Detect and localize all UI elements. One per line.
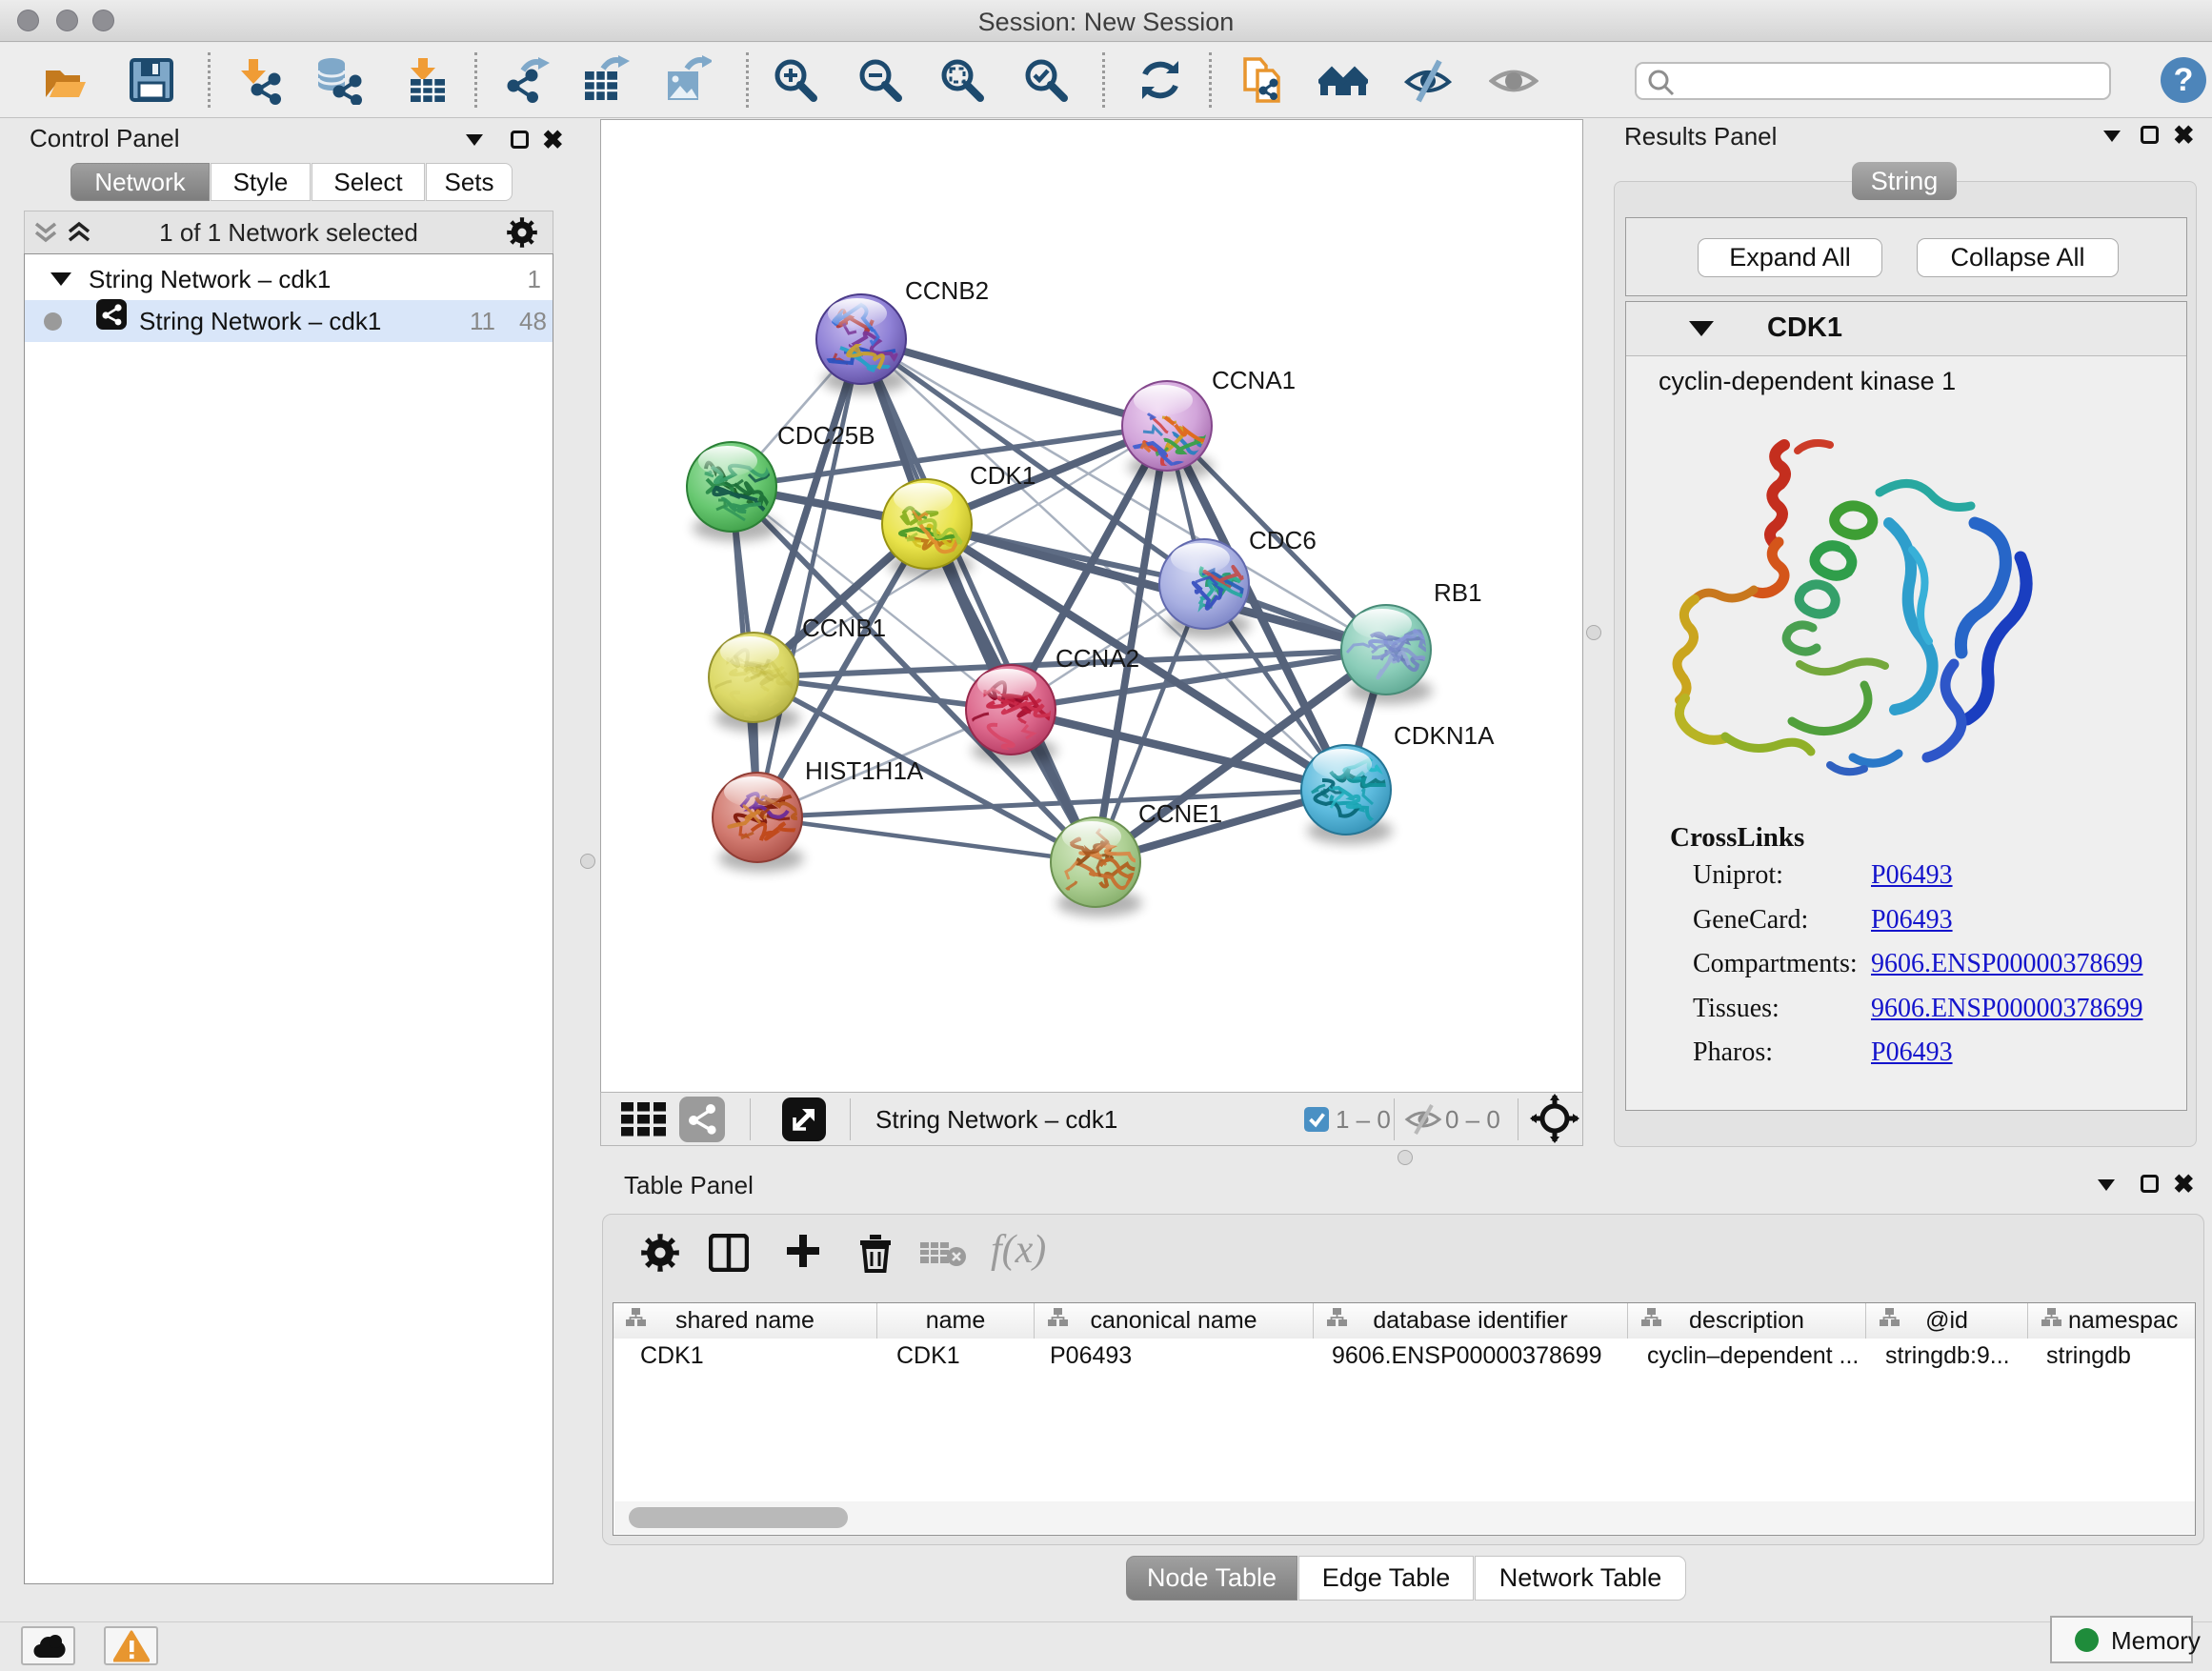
svg-text:CCNA1: CCNA1 xyxy=(1212,366,1296,394)
svg-text:CCNB1: CCNB1 xyxy=(802,614,886,642)
svg-text:CDK1: CDK1 xyxy=(970,461,1036,490)
svg-text:CDC25B: CDC25B xyxy=(777,421,875,450)
svg-text:CDKN1A: CDKN1A xyxy=(1394,721,1495,750)
svg-text:CDC6: CDC6 xyxy=(1249,526,1317,554)
svg-text:CCNE1: CCNE1 xyxy=(1138,799,1222,828)
svg-text:RB1: RB1 xyxy=(1434,578,1482,607)
svg-text:HIST1H1A: HIST1H1A xyxy=(805,756,924,785)
svg-text:CCNB2: CCNB2 xyxy=(905,276,989,305)
svg-text:CCNA2: CCNA2 xyxy=(1056,644,1139,673)
